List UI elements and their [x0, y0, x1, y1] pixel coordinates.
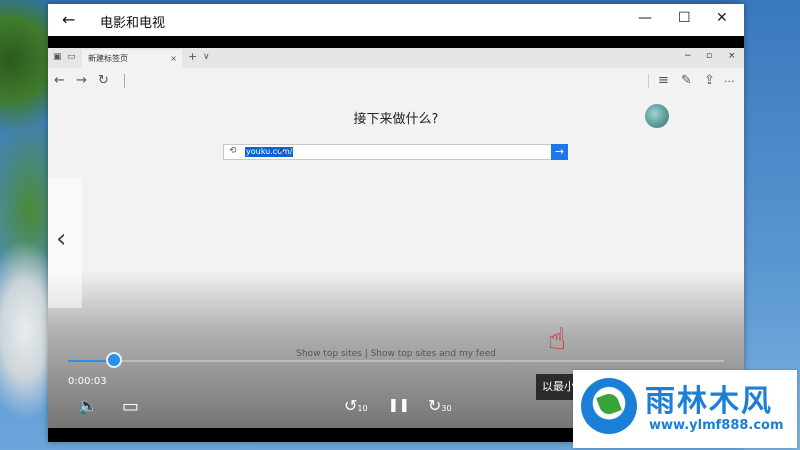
seek-bar[interactable]	[68, 360, 724, 362]
browser-minimize-icon[interactable]: −	[684, 51, 692, 61]
title-bar: ← 电影和电视 — ☐ ✕	[48, 4, 744, 36]
go-arrow-icon[interactable]: →	[551, 144, 568, 160]
browser-close-icon[interactable]: ×	[728, 51, 736, 61]
browser-restore-icon[interactable]: ▫	[706, 51, 712, 61]
web-note-icon[interactable]: ✎	[681, 73, 692, 88]
maximize-icon[interactable]: ☐	[678, 10, 691, 26]
logo-url: www.ylmf888.com	[649, 418, 784, 433]
history-icon: ⟲	[229, 146, 237, 156]
hub-icon[interactable]: ≡	[658, 73, 669, 88]
refresh-icon[interactable]: ↻	[98, 73, 109, 88]
browser-nav-bar: ← → ↻ ≡ ✎ ⇪ ···	[48, 68, 744, 94]
nav-divider	[648, 74, 649, 88]
rewind-10-button[interactable]: ↺10	[344, 396, 368, 415]
watermark-logo: 雨林木风 www.ylmf888.com	[573, 370, 797, 448]
browser-tab-new[interactable]: 新建标签页 ×	[82, 50, 182, 68]
share-icon[interactable]: ⇪	[704, 73, 715, 88]
tab-menu-chevron-icon[interactable]: ∨	[203, 52, 210, 62]
logo-name: 雨林木风	[645, 384, 773, 419]
nav-divider	[124, 74, 125, 88]
new-tab-prompt: 接下来做什么?	[353, 112, 439, 127]
top-sites-link: Show top sites | Show top sites and my f…	[296, 349, 496, 359]
browser-tab-bar: ▣ ▭ 新建标签页 × + ∨ − ▫ ×	[48, 48, 744, 68]
rewind-icon: ↺	[344, 396, 358, 415]
browser-forward-icon[interactable]: →	[76, 73, 87, 88]
avatar[interactable]	[645, 104, 669, 128]
more-icon[interactable]: ···	[724, 75, 735, 88]
minimize-icon[interactable]: —	[638, 10, 652, 26]
tab-close-icon[interactable]: ×	[170, 50, 177, 68]
skip-forward-icon: ↻	[428, 396, 442, 415]
leaf-icon	[596, 391, 622, 417]
close-icon[interactable]: ✕	[716, 10, 728, 26]
subtitles-icon[interactable]: ▭	[122, 396, 139, 417]
tab-preview-icon: ▣	[53, 52, 62, 62]
skip-forward-30-button[interactable]: ↻30	[428, 396, 452, 415]
rewind-seconds: 10	[357, 404, 368, 413]
forward-seconds: 30	[441, 404, 452, 413]
mouse-cursor-icon: ↖	[278, 147, 287, 158]
address-search-input[interactable]: ⟲ youku.com/ ↖ →	[223, 144, 568, 160]
browser-back-icon[interactable]: ←	[54, 73, 65, 88]
volume-icon[interactable]: 🔈	[78, 396, 98, 415]
back-arrow-icon[interactable]: ←	[62, 10, 75, 29]
set-aside-tabs-icon: ▭	[67, 52, 76, 62]
current-time: 0:00:03	[68, 376, 107, 387]
tab-title: 新建标签页	[88, 54, 128, 63]
new-tab-icon[interactable]: +	[188, 50, 197, 63]
chevron-left-icon: ‹	[56, 224, 67, 254]
video-letterbox-top	[48, 36, 744, 48]
logo-emblem-icon	[581, 378, 637, 434]
pause-icon[interactable]: ❚❚	[388, 398, 410, 413]
app-title: 电影和电视	[100, 16, 166, 31]
seek-bar-thumb[interactable]	[106, 352, 122, 368]
pointing-hand-icon: ☝	[548, 322, 567, 357]
previous-item-button[interactable]: ‹	[48, 178, 82, 308]
